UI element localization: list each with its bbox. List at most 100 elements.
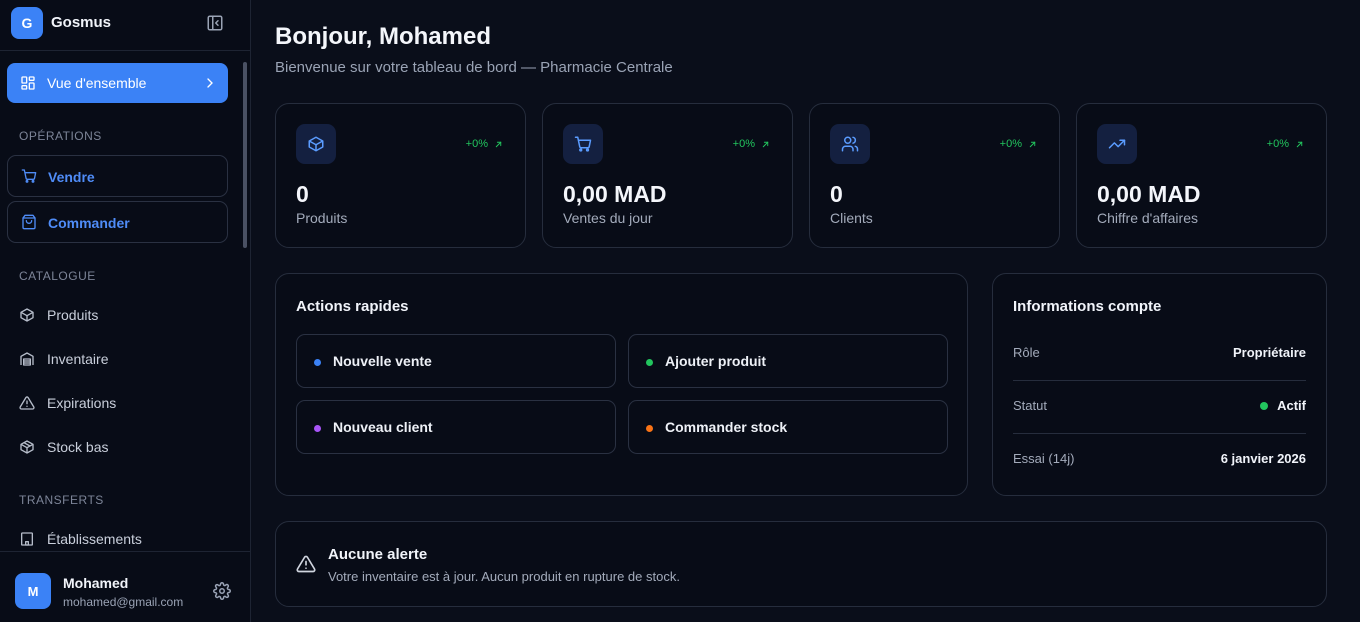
info-row-role: Rôle Propriétaire: [1013, 345, 1306, 381]
info-row-statut: Statut Actif: [1013, 398, 1306, 434]
sidebar-item-overview[interactable]: Vue d'ensemble: [7, 63, 228, 103]
account-info-card: Informations compte Rôle Propriétaire St…: [992, 273, 1327, 496]
stat-trend-value: +0%: [732, 138, 755, 150]
sidebar-item-commander[interactable]: Commander: [7, 201, 228, 243]
stat-card-produits[interactable]: +0% 0 Produits: [275, 103, 526, 248]
building-icon: [19, 531, 35, 547]
sidebar-item-inventaire[interactable]: Inventaire: [7, 341, 228, 377]
alert-card: Aucune alerte Votre inventaire est à jou…: [275, 521, 1327, 607]
info-key: Essai (14j): [1013, 451, 1075, 466]
orange-dot-icon: [646, 425, 653, 432]
stat-card-ventes[interactable]: +0% 0,00 MAD Ventes du jour: [542, 103, 793, 248]
sidebar-item-label: Expirations: [47, 395, 117, 411]
sidebar-item-label: Vendre: [48, 169, 95, 185]
stat-value: 0,00 MAD: [1097, 181, 1201, 207]
info-row-essai: Essai (14j) 6 janvier 2026: [1013, 451, 1306, 487]
sidebar: G Gosmus Vue d'ensemble OPÉRATIONS Vendr…: [0, 0, 251, 622]
quick-actions-card: Actions rapides Nouvelle vente Ajouter p…: [275, 273, 968, 496]
stat-value: 0: [830, 181, 843, 207]
warehouse-icon: [19, 351, 35, 367]
blue-dot-icon: [314, 359, 321, 366]
stat-card-chiffre-affaires[interactable]: +0% 0,00 MAD Chiffre d'affaires: [1076, 103, 1327, 248]
sidebar-item-produits[interactable]: Produits: [7, 297, 228, 333]
info-value: 6 janvier 2026: [1221, 451, 1306, 466]
green-dot-icon: [646, 359, 653, 366]
quick-action-label: Commander stock: [665, 419, 788, 435]
quick-action-label: Nouvelle vente: [333, 353, 432, 369]
stat-trend-value: +0%: [1266, 138, 1289, 150]
account-info-title: Informations compte: [1013, 298, 1162, 315]
user-profile: M Mohamed mohamed@gmail.com: [0, 551, 250, 622]
avatar[interactable]: M: [15, 573, 51, 609]
sidebar-item-stock-bas[interactable]: Stock bas: [7, 429, 228, 465]
stat-label: Produits: [296, 210, 348, 226]
stat-label: Clients: [830, 210, 873, 226]
page-title: Bonjour, Mohamed: [275, 23, 491, 50]
arrow-up-right-icon: [495, 141, 502, 147]
stat-trend: +0%: [733, 138, 770, 150]
sidebar-item-label: Vue d'ensemble: [47, 75, 147, 91]
stat-trend: +0%: [1000, 138, 1037, 150]
users-icon: [830, 124, 870, 164]
cart-icon: [21, 168, 37, 184]
stat-trend: +0%: [466, 138, 503, 150]
gear-icon[interactable]: [213, 582, 231, 600]
section-title-catalogue: CATALOGUE: [19, 269, 96, 283]
info-value-text: Propriétaire: [1233, 345, 1306, 360]
stat-label: Chiffre d'affaires: [1097, 210, 1198, 226]
sidebar-item-vendre[interactable]: Vendre: [7, 155, 228, 197]
alert-text: Votre inventaire est à jour. Aucun produ…: [328, 569, 680, 584]
cart-icon: [563, 124, 603, 164]
quick-action-nouvelle-vente[interactable]: Nouvelle vente: [296, 334, 616, 388]
stat-label: Ventes du jour: [563, 210, 653, 226]
stat-card-clients[interactable]: +0% 0 Clients: [809, 103, 1060, 248]
brand-name[interactable]: Gosmus: [51, 14, 111, 31]
stat-value: 0,00 MAD: [563, 181, 667, 207]
sidebar-item-label: Produits: [47, 307, 99, 323]
box-icon: [296, 124, 336, 164]
stat-trend: +0%: [1267, 138, 1304, 150]
page-subtitle: Bienvenue sur votre tableau de bord — Ph…: [275, 59, 673, 76]
warning-icon: [296, 554, 316, 574]
arrow-up-right-icon: [1296, 141, 1303, 147]
bag-icon: [21, 214, 37, 230]
quick-action-label: Nouveau client: [333, 419, 433, 435]
status-dot-icon: [1260, 401, 1269, 410]
status-badge: Actif: [1260, 398, 1306, 413]
quick-action-nouveau-client[interactable]: Nouveau client: [296, 400, 616, 454]
boxes-icon: [19, 439, 35, 455]
purple-dot-icon: [314, 425, 321, 432]
sidebar-item-etablissements[interactable]: Établissements: [7, 521, 228, 551]
quick-action-commander-stock[interactable]: Commander stock: [628, 400, 948, 454]
warning-icon: [19, 395, 35, 411]
sidebar-collapse-icon[interactable]: [206, 14, 224, 32]
user-name: Mohamed: [63, 575, 129, 591]
stat-trend-value: +0%: [999, 138, 1022, 150]
box-icon: [19, 307, 35, 323]
stat-trend-value: +0%: [465, 138, 488, 150]
section-title-transferts: TRANSFERTS: [19, 493, 104, 507]
quick-action-label: Ajouter produit: [665, 353, 767, 369]
brand-logo[interactable]: G: [11, 7, 43, 39]
trending-up-icon: [1097, 124, 1137, 164]
info-value: Propriétaire: [1233, 345, 1306, 360]
info-key: Rôle: [1013, 345, 1040, 360]
section-title-operations: OPÉRATIONS: [19, 129, 102, 143]
info-value-text: 6 janvier 2026: [1220, 451, 1306, 466]
stat-value: 0: [296, 181, 309, 207]
arrow-up-right-icon: [762, 141, 769, 147]
brand-header: G Gosmus: [0, 0, 250, 51]
sidebar-item-label: Commander: [48, 215, 130, 231]
chevron-right-icon: [202, 75, 218, 91]
sidebar-item-label: Inventaire: [47, 351, 109, 367]
quick-actions-title: Actions rapides: [296, 298, 409, 315]
grid-icon: [20, 75, 36, 91]
sidebar-item-label: Établissements: [47, 531, 142, 547]
sidebar-scrollbar[interactable]: [243, 62, 247, 248]
sidebar-item-label: Stock bas: [47, 439, 109, 455]
user-email: mohamed@gmail.com: [63, 595, 184, 609]
quick-action-ajouter-produit[interactable]: Ajouter produit: [628, 334, 948, 388]
info-key: Statut: [1013, 398, 1047, 413]
sidebar-item-expirations[interactable]: Expirations: [7, 385, 228, 421]
sidebar-nav: Vue d'ensemble OPÉRATIONS Vendre Command…: [0, 51, 250, 551]
